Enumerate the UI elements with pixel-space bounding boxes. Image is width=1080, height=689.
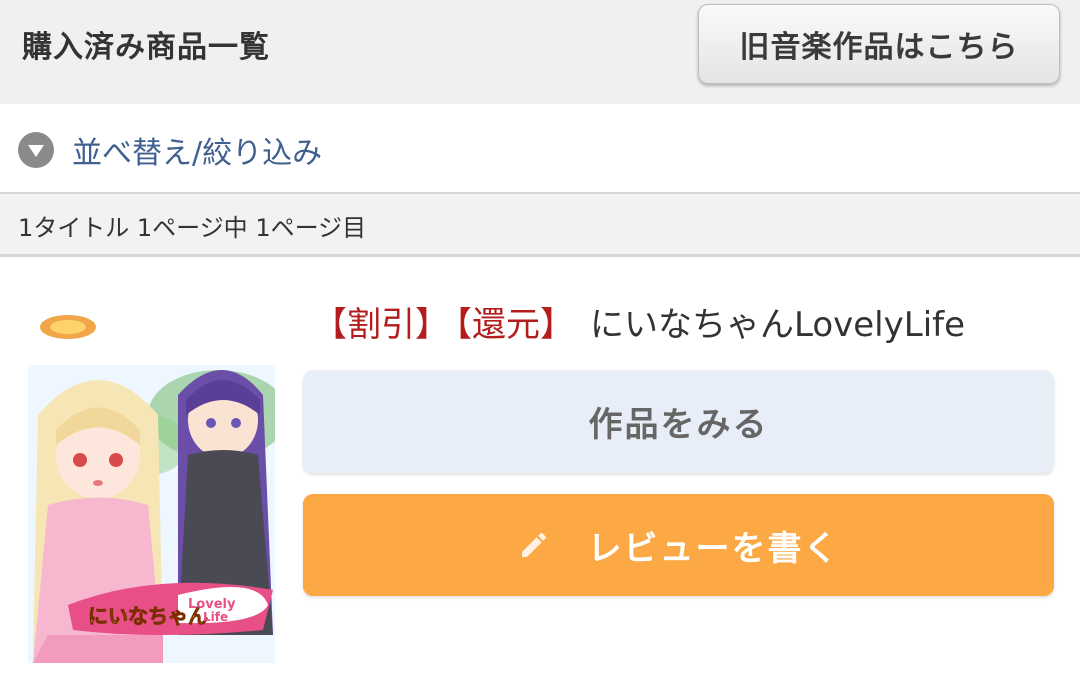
- svg-text:Life: Life: [203, 610, 228, 624]
- discount-tag: 【割引】: [313, 305, 449, 345]
- header-bar: 購入済み商品一覧 旧音楽作品はこちら: [0, 0, 1080, 104]
- product-heading[interactable]: 【割引】 【還元】 にいなちゃんLovelyLife: [313, 297, 965, 346]
- pagination-summary-bar: 1タイトル 1ページ中 1ページ目: [0, 194, 1080, 257]
- write-review-label: レビューを書く: [587, 528, 840, 569]
- product-title[interactable]: にいなちゃんLovelyLife: [590, 305, 965, 345]
- old-music-works-button[interactable]: 旧音楽作品はこちら: [698, 4, 1060, 84]
- pencil-icon: [518, 529, 550, 561]
- product-thumbnail[interactable]: にいなちゃん Lovely Life: [28, 305, 275, 663]
- page-title: 購入済み商品一覧: [22, 30, 270, 65]
- triangle-down-icon[interactable]: [18, 132, 54, 168]
- cashback-tag: 【還元】: [455, 305, 574, 345]
- sort-filter-row[interactable]: 並べ替え/絞り込み: [0, 104, 1080, 194]
- pagination-summary: 1タイトル 1ページ中 1ページ目: [18, 214, 367, 242]
- write-review-button[interactable]: レビューを書く: [303, 494, 1054, 596]
- view-product-button[interactable]: 作品をみる: [303, 370, 1054, 473]
- thumbnail-artwork: にいなちゃん Lovely Life: [28, 305, 275, 663]
- purchased-item-card: にいなちゃん Lovely Life 【割引】 【還元】 にいなちゃんLovelyL…: [0, 257, 1080, 689]
- sort-filter-link[interactable]: 並べ替え/絞り込み: [72, 128, 322, 172]
